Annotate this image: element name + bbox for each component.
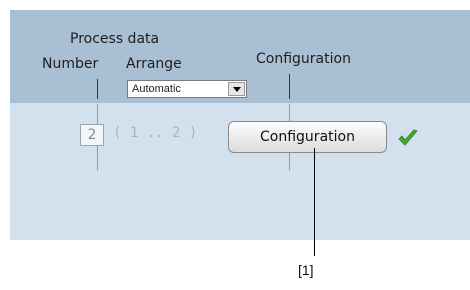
process-data-number-input[interactable]: 2 (80, 124, 104, 146)
arrange-column-label: Arrange (126, 56, 182, 72)
process-data-label: Process data (70, 31, 160, 47)
number-guide-tick (97, 79, 98, 99)
configuration-column-label: Configuration (256, 51, 351, 67)
number-guide-tick-lower (97, 104, 98, 124)
configuration-guide-tick (289, 74, 290, 99)
configuration-guide-tick-lower (289, 104, 290, 121)
callout-leader-line (314, 148, 315, 256)
number-range-text: ( 1 .. 2 ) (113, 125, 198, 141)
configuration-guide-tick-bottom (289, 153, 290, 170)
callout-label: [1] (298, 262, 314, 278)
arrange-select[interactable]: Automatic (127, 80, 247, 98)
number-column-label: Number (42, 56, 99, 72)
arrange-select-value: Automatic (132, 83, 181, 95)
dropdown-arrow-icon[interactable] (228, 82, 245, 96)
checkmark-icon (398, 129, 418, 146)
number-guide-tick-bottom (97, 146, 98, 170)
configuration-button[interactable]: Configuration (228, 121, 387, 153)
